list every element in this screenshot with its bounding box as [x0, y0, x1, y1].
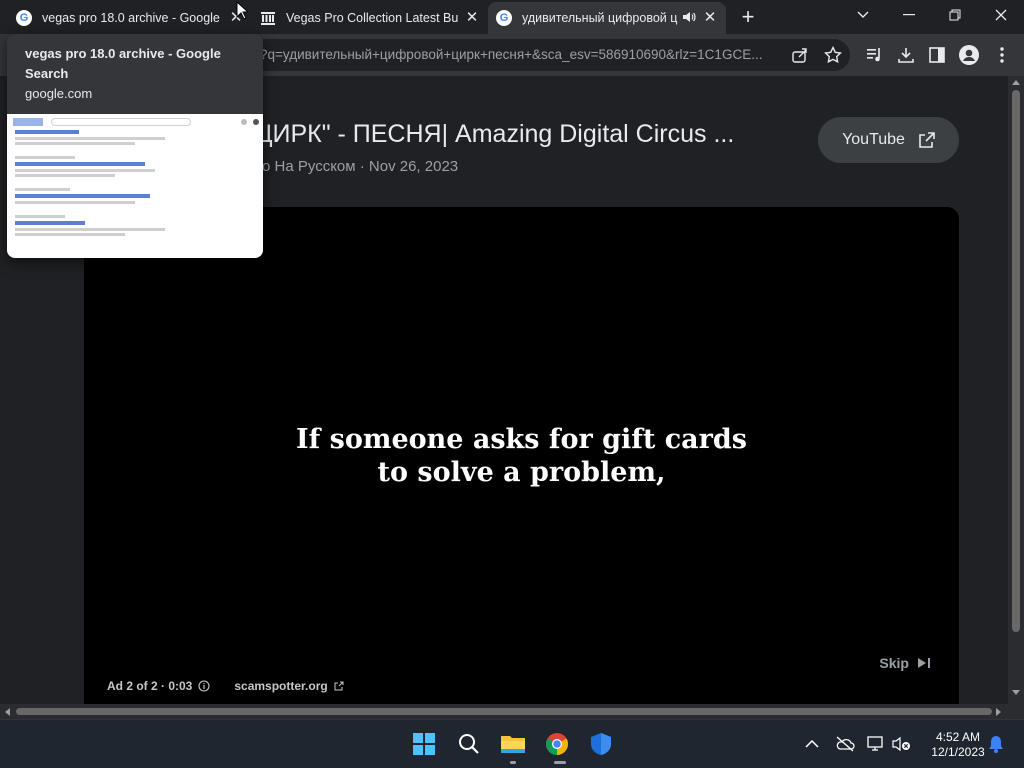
share-icon[interactable] — [788, 43, 812, 67]
tab-google-search[interactable]: G vegas pro 18.0 archive - Google Search… — [8, 2, 252, 34]
active-indicator — [554, 761, 566, 764]
search-box-thumbnail — [51, 118, 191, 126]
profile-avatar-icon[interactable] — [957, 43, 981, 67]
close-window-button[interactable] — [978, 0, 1024, 30]
minimize-icon — [903, 14, 915, 16]
scroll-down-arrow-icon — [1012, 690, 1020, 695]
volume-muted-icon[interactable] — [888, 730, 916, 758]
tab-preview-thumbnail — [7, 114, 263, 258]
chrome-icon[interactable] — [543, 730, 571, 758]
google-icon: G — [16, 10, 32, 26]
video-title[interactable]: ЦИРК" - ПЕСНЯ| Amazing Digital Circus ..… — [254, 120, 734, 149]
info-icon[interactable] — [198, 680, 210, 692]
archive-org-icon — [260, 10, 276, 26]
tab-search-button[interactable] — [840, 0, 886, 30]
file-explorer-icon[interactable] — [499, 730, 527, 758]
scroll-left-arrow-icon — [5, 708, 10, 716]
apps-thumbnail — [253, 119, 259, 125]
media-controls-icon[interactable] — [863, 43, 887, 67]
download-icon[interactable] — [894, 43, 918, 67]
tab-hover-card: vegas pro 18.0 archive - Google Search g… — [7, 34, 263, 258]
google-logo-thumbnail — [13, 118, 43, 126]
tab-title: Vegas Pro Collection Latest Builds — [286, 11, 458, 25]
avatar-thumbnail — [241, 119, 247, 125]
ad-status: Ad 2 of 2 · 0:03 — [107, 679, 193, 693]
speaker-icon[interactable] — [682, 10, 696, 27]
close-icon — [995, 9, 1007, 21]
onedrive-off-icon[interactable] — [831, 730, 859, 758]
chevron-down-icon — [857, 11, 869, 18]
advertiser-link[interactable]: scamspotter.org — [234, 679, 327, 693]
ad-caption: If someone asks for gift cards to solve … — [84, 423, 959, 489]
scrollbar-corner — [1008, 704, 1024, 719]
mouse-cursor-icon — [236, 0, 250, 25]
restore-button[interactable] — [932, 0, 978, 30]
chevron-up-icon[interactable] — [798, 730, 826, 758]
caption-line: If someone asks for gift cards — [296, 424, 747, 455]
vertical-scrollbar[interactable] — [1008, 76, 1024, 704]
windows-taskbar: 4:52 AM 12/1/2023 — [0, 719, 1024, 768]
horizontal-scrollbar[interactable] — [0, 704, 1008, 719]
video-meta: о На Русском · Nov 26, 2023 — [262, 158, 459, 175]
scroll-up-arrow-icon — [1012, 80, 1020, 85]
hover-card-domain: google.com — [25, 86, 93, 101]
minimize-button[interactable] — [886, 0, 932, 30]
bookmark-star-icon[interactable] — [821, 43, 845, 67]
hover-card-title: vegas pro 18.0 archive - Google Search — [25, 46, 221, 81]
close-icon[interactable]: ✕ — [702, 10, 718, 26]
google-icon: G — [496, 10, 512, 26]
address-bar[interactable]: ?q=удивительный+цифровой+цирк+песня+&sca… — [250, 39, 850, 71]
external-link-icon — [334, 681, 344, 691]
video-player[interactable]: If someone asks for gift cards to solve … — [84, 207, 959, 704]
more-menu-icon[interactable] — [990, 43, 1014, 67]
skip-next-icon — [918, 658, 930, 668]
windows-security-icon[interactable] — [587, 730, 615, 758]
tab-strip: G vegas pro 18.0 archive - Google Search… — [0, 0, 1024, 34]
tab-vegas-collection[interactable]: Vegas Pro Collection Latest Builds ✕ — [252, 2, 488, 34]
windows-start-icon[interactable] — [410, 730, 438, 758]
tab-circus-search[interactable]: G удивительный цифровой цирк ✕ — [488, 2, 726, 34]
notification-bell-icon[interactable] — [985, 730, 1007, 758]
tab-title: удивительный цифровой цирк — [522, 11, 678, 25]
side-panel-icon[interactable] — [925, 43, 949, 67]
youtube-button-label: YouTube — [842, 131, 905, 148]
close-icon[interactable]: ✕ — [464, 10, 480, 26]
new-tab-button[interactable]: + — [738, 6, 758, 28]
ad-info-bar: Ad 2 of 2 · 0:03 scamspotter.org — [107, 679, 344, 693]
external-link-icon — [919, 132, 935, 148]
vertical-scroll-thumb[interactable] — [1012, 90, 1020, 632]
tab-title: vegas pro 18.0 archive - Google Search — [42, 11, 222, 25]
scroll-right-arrow-icon — [996, 708, 1001, 716]
skip-label: Skip — [879, 655, 909, 671]
search-icon[interactable] — [455, 730, 483, 758]
restore-icon — [949, 9, 961, 21]
horizontal-scroll-thumb[interactable] — [16, 708, 992, 715]
caption-line: to solve a problem, — [377, 457, 666, 488]
url-text[interactable]: ?q=удивительный+цифровой+цирк+песня+&sca… — [260, 39, 780, 71]
network-icon[interactable] — [863, 730, 891, 758]
youtube-button[interactable]: YouTube — [818, 117, 959, 163]
running-indicator — [510, 761, 516, 764]
skip-ad-button[interactable]: Skip — [879, 655, 931, 671]
